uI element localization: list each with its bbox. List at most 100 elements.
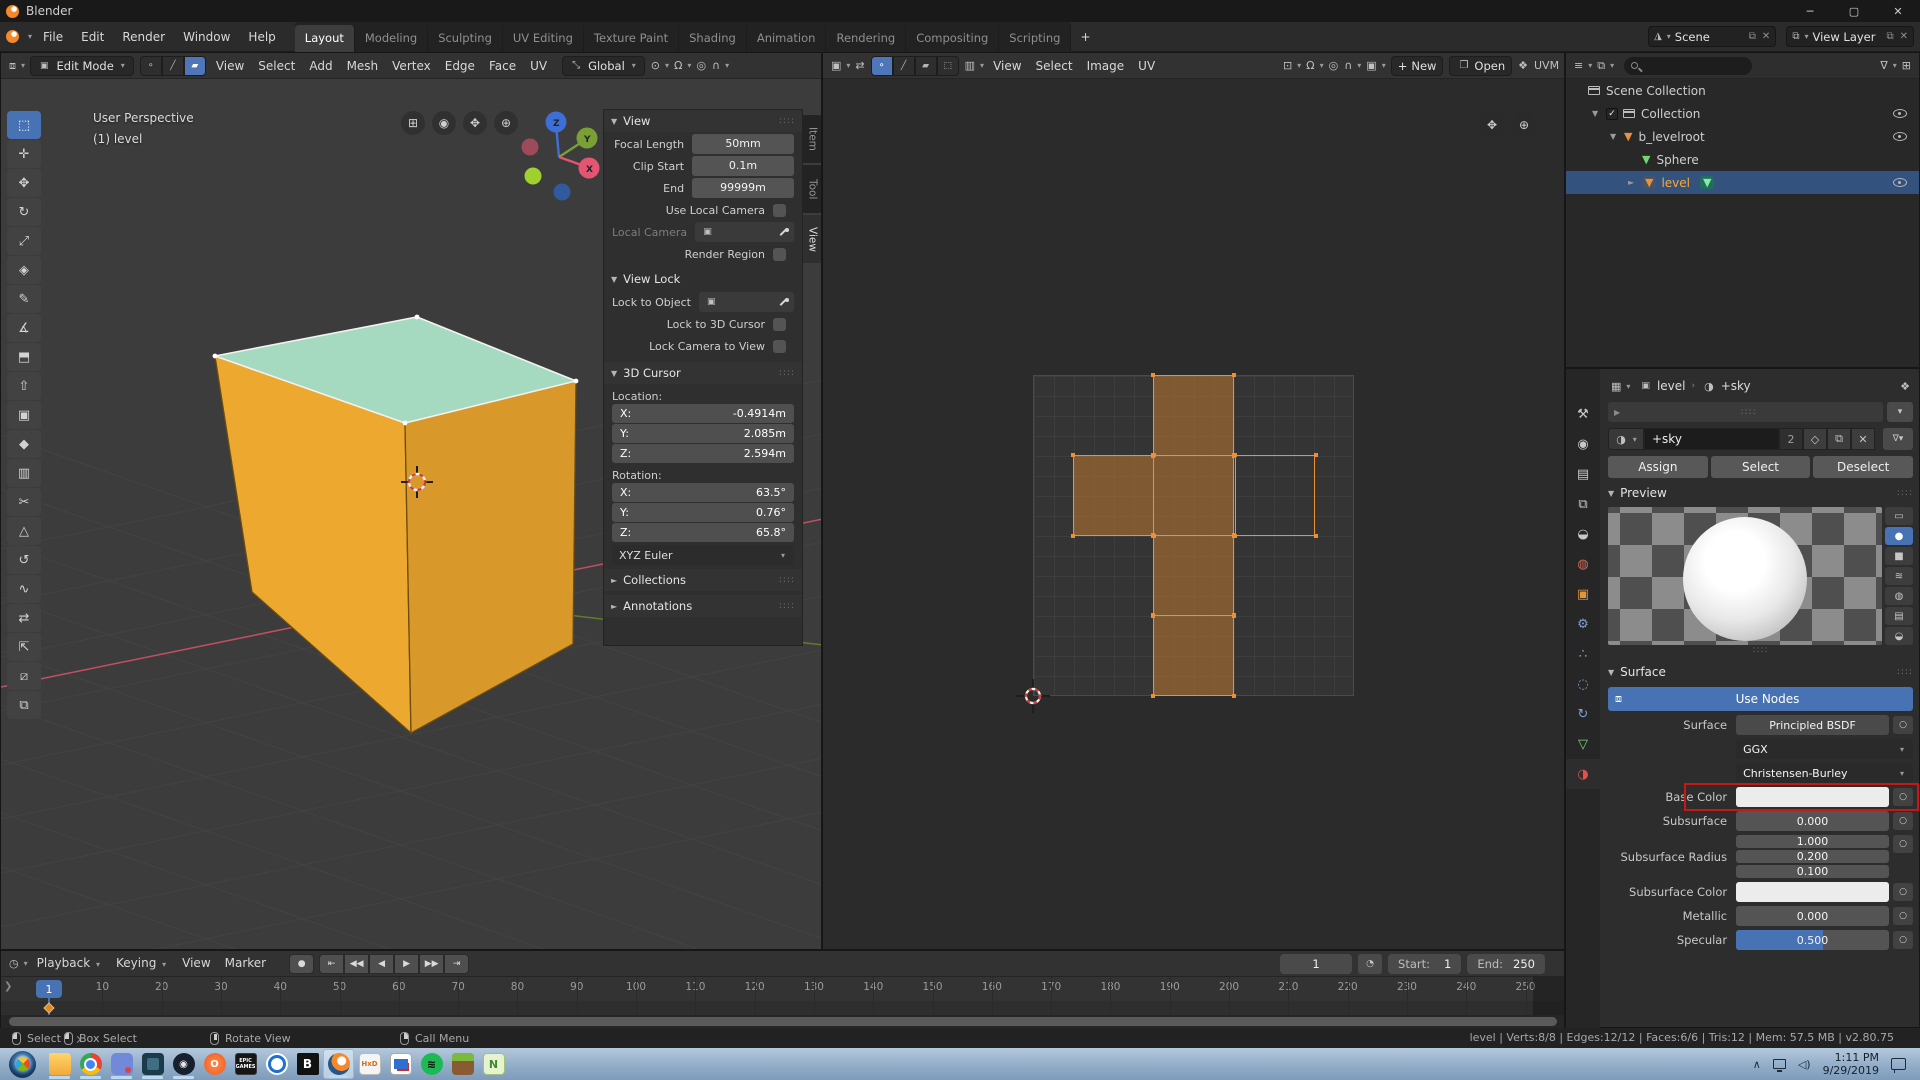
properties-tab-render[interactable]: ◉ (1566, 429, 1600, 459)
visibility-eye-icon[interactable] (1893, 178, 1907, 187)
timeline-expand-arrow[interactable]: ❯ (4, 981, 12, 992)
node-socket-button[interactable]: ○ (1893, 812, 1913, 830)
editor-type-icon[interactable]: ◷ (6, 957, 22, 970)
cursor-location-x[interactable]: X:-0.4914m (612, 404, 794, 423)
lock-camera-view-checkbox[interactable] (773, 340, 786, 353)
slider-specular[interactable]: 0.500 (1736, 930, 1889, 950)
action-center-icon[interactable] (1891, 1058, 1906, 1070)
preview-shaderball-button[interactable]: ◍ (1885, 587, 1913, 605)
properties-tab-view-layer[interactable]: ⧉ (1566, 489, 1600, 519)
snap-magnet-icon[interactable]: Ω (671, 59, 685, 72)
pin-icon[interactable]: ❖ (1515, 59, 1531, 72)
tool-spin[interactable]: ↺ (7, 546, 41, 574)
sidebar-tab-tool[interactable]: Tool (803, 165, 821, 213)
proportional-editing-icon[interactable]: ◎ (693, 59, 709, 72)
filter-funnel-icon[interactable]: ∇ (1877, 59, 1890, 72)
taskbar-app-ubisoft[interactable] (261, 1049, 292, 1079)
disclosure-icon[interactable]: ► (1628, 178, 1642, 187)
pan-hand-icon[interactable]: ✥ (1480, 113, 1504, 137)
taskbar-app-image-editor[interactable] (385, 1049, 416, 1079)
material-slots-collapsed[interactable]: ▶:::: ▾ (1608, 401, 1913, 423)
properties-tab-scene[interactable]: ◒ (1566, 519, 1600, 549)
cursor-rotation-x[interactable]: X:63.5° (612, 483, 794, 502)
viewport-menu-vertex[interactable]: Vertex (385, 53, 438, 79)
tool-edge-slide[interactable]: ⇄ (7, 604, 41, 632)
face-select-button[interactable]: ▰ (184, 56, 206, 76)
use-local-camera-checkbox[interactable] (773, 204, 786, 217)
panel-header-collections[interactable]: ►Collections:::: (604, 569, 802, 591)
previous-keyframe-button[interactable]: ◀◀ (344, 954, 369, 974)
pin-icon[interactable]: ❖ (1897, 380, 1913, 393)
tool-scale[interactable]: ⤢ (7, 227, 41, 255)
collection-checkbox[interactable]: ✓ (1606, 108, 1618, 120)
current-frame-badge[interactable]: 1 (36, 980, 62, 998)
use-nodes-button[interactable]: ⧈ Use Nodes (1608, 687, 1913, 711)
pivot-point-icon[interactable]: ⊙ (648, 59, 663, 72)
properties-tab-object[interactable]: ▣ (1566, 579, 1600, 609)
workspace-tab-texture-paint[interactable]: Texture Paint (584, 25, 679, 52)
new-collection-icon[interactable]: ⊞ (1899, 59, 1914, 72)
timeline-scrollbar[interactable] (1, 1015, 1564, 1028)
properties-tab-modifiers[interactable]: ⚙ (1566, 609, 1600, 639)
local-camera-field[interactable]: ▣ (695, 222, 794, 242)
sidebar-tab-item[interactable]: Item (803, 115, 821, 163)
panel-header-surface[interactable]: ▼Surface:::: (1608, 661, 1913, 683)
material-filter-icon[interactable]: ∇▾ (1883, 428, 1913, 450)
outliner-display-mode-icon[interactable]: ≡ (1571, 59, 1586, 72)
tool-rip-region[interactable]: ⧉ (7, 691, 41, 719)
visibility-eye-icon[interactable] (1893, 109, 1907, 118)
workspace-tab-animation[interactable]: Animation (747, 25, 827, 52)
node-socket-button[interactable]: ○ (1893, 788, 1913, 806)
menu-render[interactable]: Render (113, 30, 174, 44)
menu-edit[interactable]: Edit (72, 30, 113, 44)
cursor-location-y[interactable]: Y:2.085m (612, 424, 794, 443)
eyedropper-icon[interactable] (778, 297, 789, 308)
breadcrumb-material[interactable]: +sky (1721, 379, 1751, 393)
outliner-row-collection[interactable]: ▼✓Collection (1566, 102, 1919, 125)
play-button[interactable]: ▶ (394, 954, 419, 974)
disclosure-icon[interactable]: ▼ (1610, 132, 1624, 141)
uv-menu-select[interactable]: Select (1029, 53, 1080, 79)
uv-snap-magnet-icon[interactable]: Ω (1303, 59, 1317, 72)
tool-measure[interactable]: ∡ (7, 314, 41, 342)
uv-face-selected[interactable] (1153, 615, 1234, 696)
taskbar-app-explorer[interactable] (44, 1049, 75, 1079)
workspace-tab-layout[interactable]: Layout (295, 25, 355, 52)
cursor-rotation-z[interactable]: Z:65.8° (612, 523, 794, 542)
dropdown-christensen-burley[interactable]: Christensen-Burley▾ (1736, 763, 1913, 783)
preview-hair-button[interactable]: ≋ (1885, 567, 1913, 585)
tool-shrink-fatten[interactable]: ⇱ (7, 633, 41, 661)
preview-cube-button[interactable]: ■ (1885, 547, 1913, 565)
viewport-menu-select[interactable]: Select (251, 53, 302, 79)
menu-file[interactable]: File (34, 30, 72, 44)
sidebar-tab-view[interactable]: View (803, 215, 821, 263)
preview-cloth-button[interactable]: ▤ (1885, 607, 1913, 625)
scene-selector[interactable]: ◮ ▾ Scene ⧉ ✕ (1648, 26, 1776, 47)
tool-cursor[interactable]: ✛ (7, 140, 41, 168)
scrollbar-thumb[interactable] (9, 1017, 1557, 1026)
properties-context-icon[interactable]: ▦ (1608, 380, 1624, 393)
material-users-count[interactable]: 2 (1779, 428, 1803, 450)
taskbar-app-steam[interactable]: ◉ (168, 1049, 199, 1079)
node-socket-button[interactable]: ○ (1893, 931, 1913, 949)
uv-face-selected[interactable] (1153, 455, 1234, 536)
proportional-falloff-icon[interactable]: ∩ (709, 59, 723, 72)
disclosure-icon[interactable]: ▼ (1592, 109, 1606, 118)
properties-tab-tool[interactable]: ⚒ (1566, 399, 1600, 429)
next-keyframe-button[interactable]: ▶▶ (419, 954, 444, 974)
panel-header-preview[interactable]: ▼Preview:::: (1608, 482, 1913, 504)
viewport-menu-view[interactable]: View (209, 53, 251, 79)
taskbar-app-chrome[interactable] (75, 1049, 106, 1079)
fake-user-shield-icon[interactable]: ◇ (1803, 428, 1827, 450)
panel-header-3d-cursor[interactable]: ▼3D Cursor:::: (604, 362, 802, 384)
material-browse-button[interactable]: ◑▾ (1608, 428, 1644, 450)
timeline-menu-playback[interactable]: Playback ▾ (30, 950, 109, 978)
uv-island-select-button[interactable]: ⬚ (937, 56, 959, 76)
uv-proportional-icon[interactable]: ◎ (1326, 59, 1342, 72)
editor-type-icon[interactable]: ⧈ (6, 59, 19, 73)
grid-ortho-icon[interactable]: ⊞ (401, 111, 425, 135)
frame-start-field[interactable]: Start: 1 (1388, 954, 1461, 974)
properties-tab-world[interactable]: ◍ (1566, 549, 1600, 579)
outliner-row-b_levelroot[interactable]: ▼▼b_levelroot (1566, 125, 1919, 148)
tool-smooth[interactable]: ∿ (7, 575, 41, 603)
